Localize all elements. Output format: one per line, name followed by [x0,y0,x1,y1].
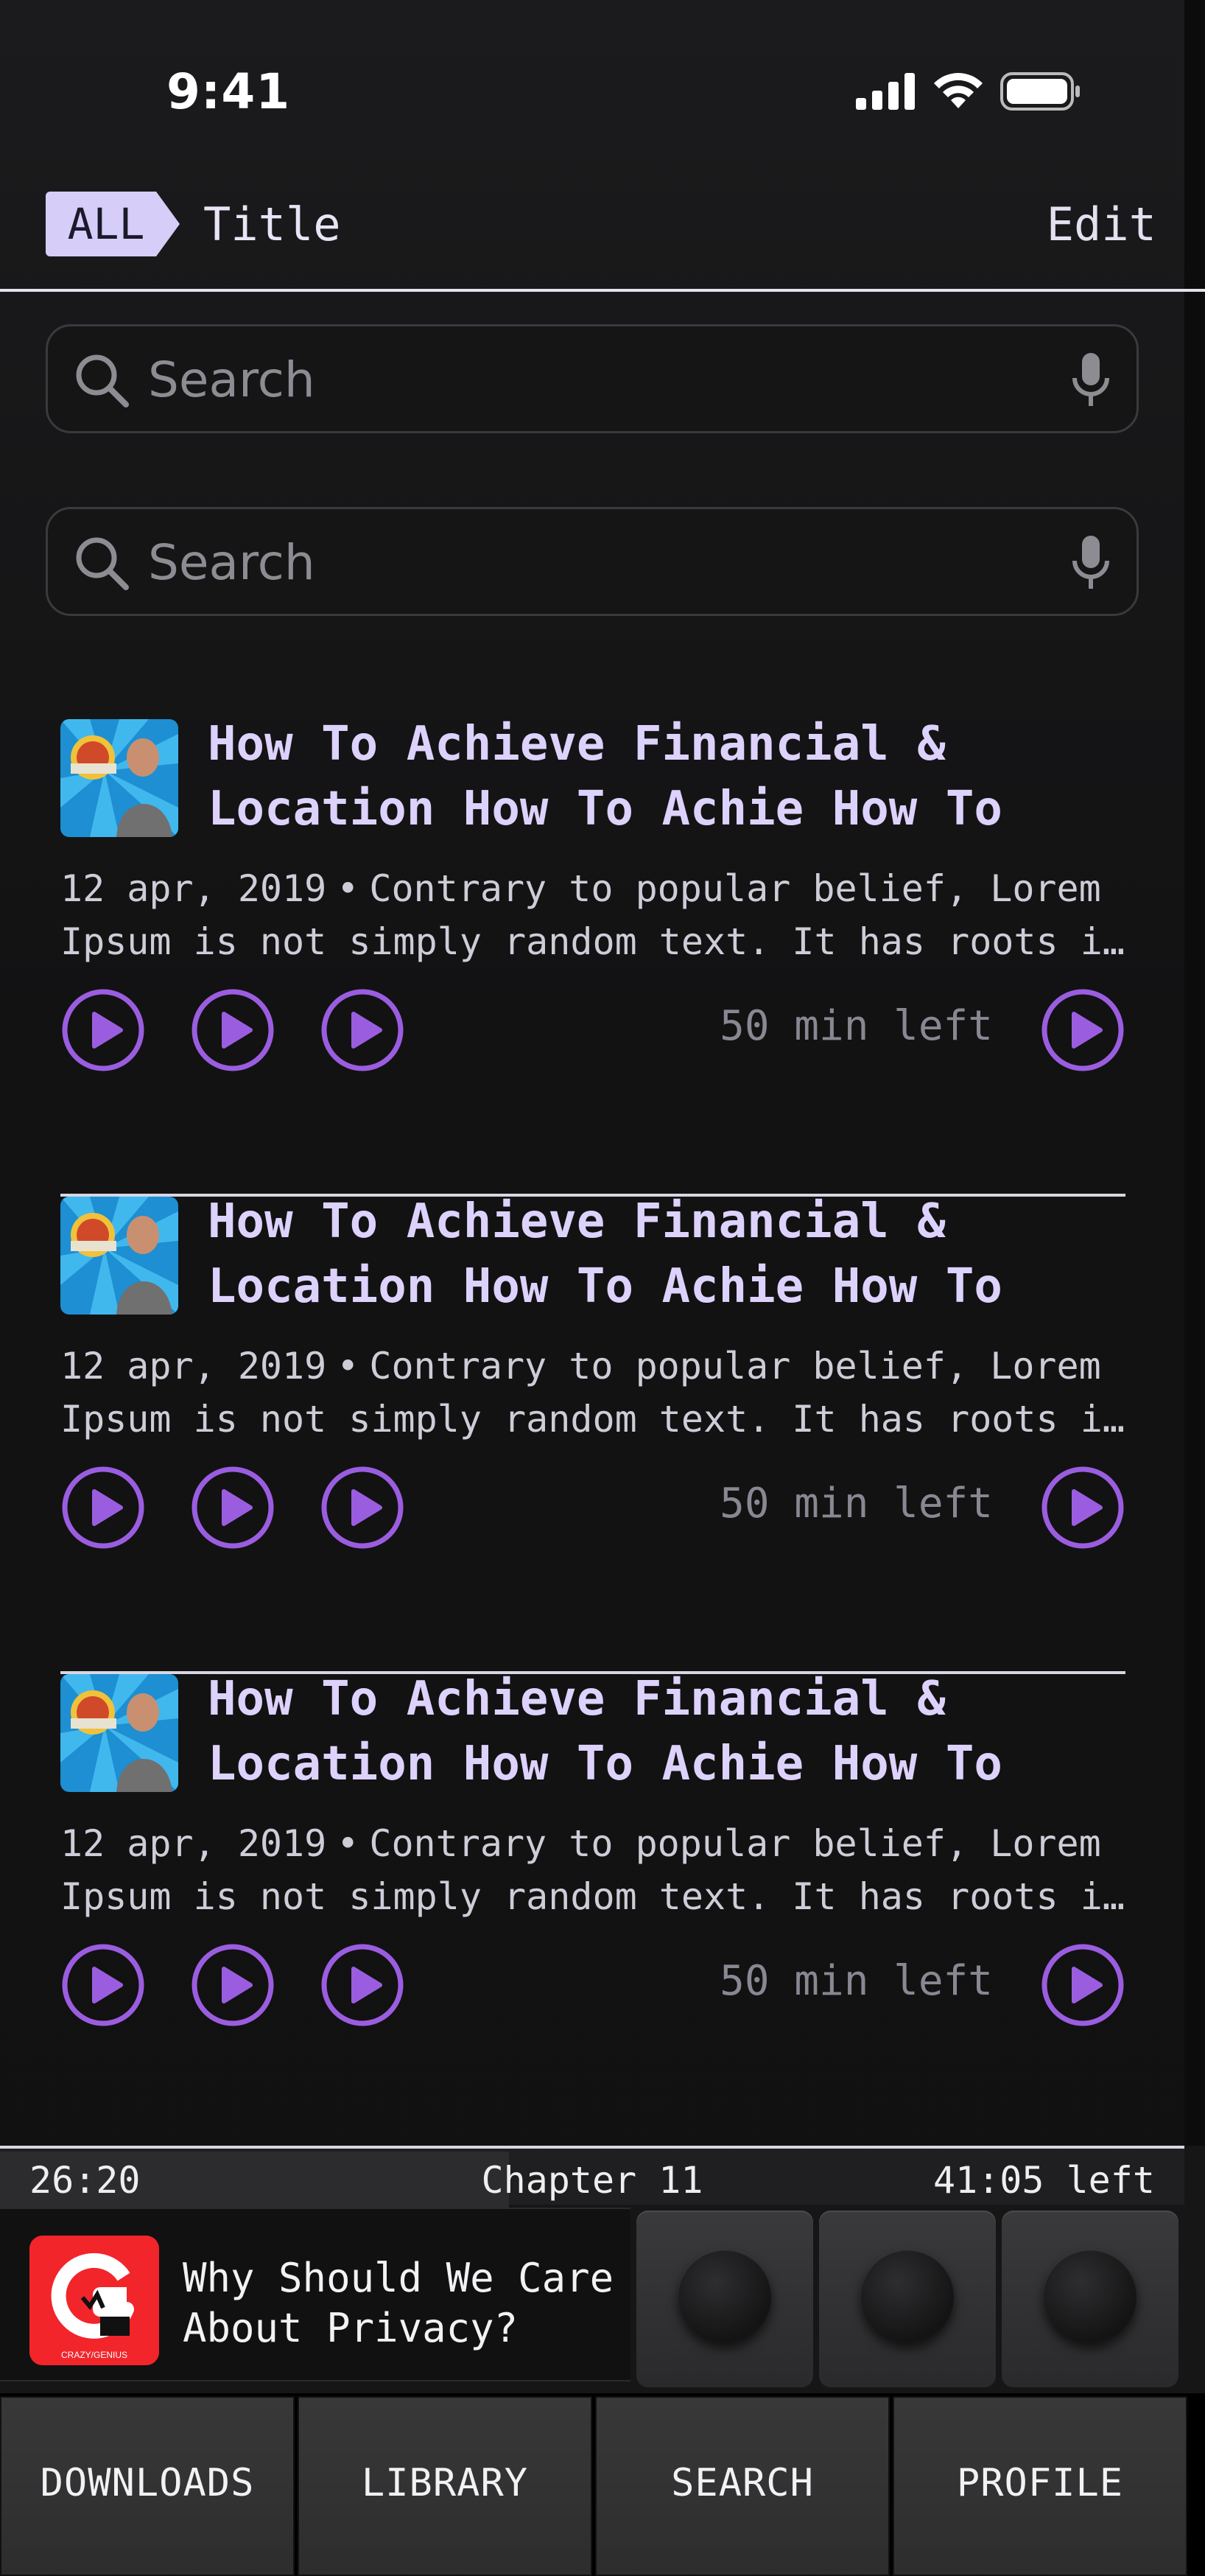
tab-library[interactable]: LIBRARY [298,2396,592,2576]
edit-button[interactable]: Edit [1047,193,1156,256]
play-button[interactable] [60,987,146,1073]
time-left: 50 min left [720,1957,993,2005]
play-circle-icon [321,1944,404,2026]
episode-description: 12 apr, 2019 • Contrary to popular belief,… [60,1340,1125,1446]
play-button[interactable] [320,1942,405,2028]
episode-date: 12 apr, 2019 [60,867,327,910]
tab-search[interactable]: SEARCH [595,2396,890,2576]
episode-item[interactable]: How To Achieve Financial & Location How … [60,717,1125,1197]
filter-tag-label: ALL [67,199,145,249]
microphone-icon[interactable] [1072,351,1110,410]
play-button[interactable] [190,1465,275,1550]
play-circle-icon [321,1466,404,1549]
playback-progress-bar[interactable]: Chapter 11 26:20 41:05 left [0,2146,1184,2208]
tab-label: LIBRARY [361,2461,529,2505]
episode-artwork [60,719,178,837]
main-play-button[interactable] [1040,1465,1125,1550]
episode-controls: 50 min left [60,987,1125,1073]
control-knob-box[interactable] [1002,2211,1178,2387]
episode-title[interactable]: How To Achieve Financial & Location How … [208,1189,1121,1319]
episode-item[interactable]: How To Achieve Financial & Location How … [60,1672,1125,2152]
search-icon [76,537,129,590]
time-left: 50 min left [720,1480,993,1527]
search-icon [76,354,129,407]
tab-bar: DOWNLOADS LIBRARY SEARCH PROFILE [0,2393,1205,2576]
header: ALL Title Edit [0,177,1205,292]
episode-title[interactable]: How To Achieve Financial & Location How … [208,1667,1121,1796]
play-circle-icon [62,989,144,1071]
knob-button[interactable] [1043,2249,1137,2343]
tab-downloads[interactable]: DOWNLOADS [0,2396,295,2576]
play-button[interactable] [190,1942,275,2028]
wifi-icon [934,73,983,108]
now-playing-info[interactable]: CRAZY/GENIUS Why Should We Care About Pr… [0,2208,630,2381]
play-button[interactable] [190,987,275,1073]
main-play-button[interactable] [1040,1942,1125,2028]
microphone-icon[interactable] [1072,534,1110,593]
filter-tag-all[interactable]: ALL [46,192,180,256]
search-bar [46,324,1139,433]
episode-item[interactable]: How To Achieve Financial & Location How … [60,1194,1125,1674]
episode-controls: 50 min left [60,1465,1125,1550]
podcast-logo: CRAZY/GENIUS [29,2236,159,2365]
crazy-genius-logo-icon: CRAZY/GENIUS [29,2236,159,2365]
search-input[interactable] [148,341,1017,418]
play-circle-icon [321,989,404,1071]
podcast-logo-text: CRAZY/GENIUS [61,2350,127,2360]
play-circle-icon [62,1944,144,2026]
search-bar-secondary [46,507,1139,616]
now-playing-title: Why Should We Care About Privacy? [183,2255,614,2351]
elapsed-time: 26:20 [29,2159,141,2202]
control-knob-box[interactable] [636,2211,813,2387]
play-circle-icon [192,1466,274,1549]
main-play-button[interactable] [1040,987,1125,1073]
tab-profile[interactable]: PROFILE [893,2396,1187,2576]
episode-artwork [60,1197,178,1315]
tab-label: SEARCH [671,2461,814,2505]
play-button[interactable] [320,1465,405,1550]
status-time: 9:41 [166,63,291,120]
knob-button[interactable] [678,2249,772,2343]
episode-controls: 50 min left [60,1942,1125,2028]
play-circle-icon [62,1466,144,1549]
play-circle-icon [1041,1944,1124,2026]
tab-label: DOWNLOADS [40,2461,255,2505]
battery-icon [1000,72,1080,111]
search-input-secondary[interactable] [148,524,1017,601]
time-left: 50 min left [720,1002,993,1050]
control-knob-box[interactable] [819,2211,996,2387]
episode-description: 12 apr, 2019 • Contrary to popular belief,… [60,1817,1125,1923]
tab-label: PROFILE [956,2461,1124,2505]
app-screen: 9:41 ALL Title Edit Search Search How To… [0,0,1205,2576]
page-title: Title [203,197,341,251]
play-circle-icon [1041,989,1124,1071]
cellular-signal-icon [856,73,915,110]
status-bar: 9:41 [0,0,1205,177]
play-button[interactable] [60,1465,146,1550]
episode-date: 12 apr, 2019 [60,1345,327,1387]
episode-date: 12 apr, 2019 [60,1822,327,1865]
status-icons [856,71,1081,112]
episode-title[interactable]: How To Achieve Financial & Location How … [208,712,1121,841]
play-button[interactable] [60,1942,146,2028]
play-circle-icon [192,989,274,1071]
play-circle-icon [1041,1466,1124,1549]
play-circle-icon [192,1944,274,2026]
play-button[interactable] [320,987,405,1073]
knob-button[interactable] [860,2249,955,2343]
episode-description: 12 apr, 2019 • Contrary to popular belief,… [60,862,1125,968]
remaining-time: 41:05 left [932,2159,1155,2202]
episode-artwork [60,1674,178,1792]
